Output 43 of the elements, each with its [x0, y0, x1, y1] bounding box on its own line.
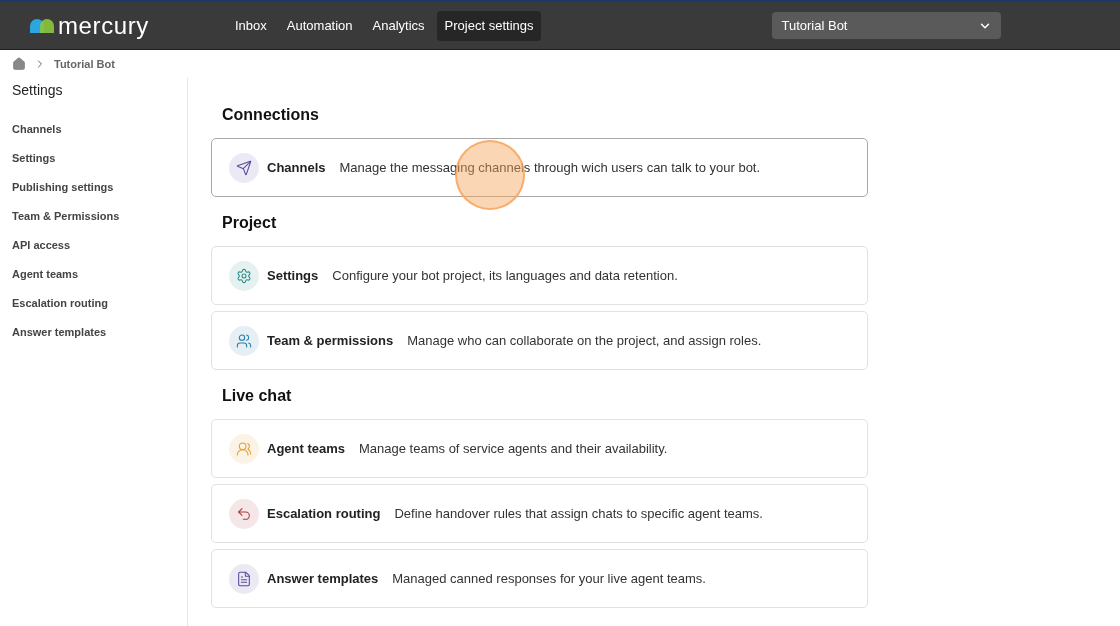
card-title: Escalation routing	[267, 504, 381, 523]
settings-card[interactable]: Answer templates Managed canned responses for your live agent teams.	[211, 549, 868, 608]
card-description: Manage teams of service agents and their availability.	[359, 439, 668, 458]
logo-icon	[30, 18, 54, 33]
card-title: Agent teams	[267, 439, 346, 458]
settings-card[interactable]: Team & permissions Manage who can collaborate on the project, and assign roles.	[211, 311, 868, 370]
card-description: Managed canned responses for your live agent teams.	[392, 569, 706, 588]
card-description: Define handover rules that assign chats to specific agent teams.	[394, 504, 763, 523]
home-icon[interactable]	[12, 57, 26, 71]
people-icon	[236, 332, 252, 349]
sidebar-link[interactable]: Publishing settings	[12, 179, 187, 196]
sidebar-title: Settings	[12, 81, 64, 100]
card-title: Channels	[267, 158, 326, 177]
nav-tab[interactable]: Analytics	[364, 10, 433, 41]
sidebar-link[interactable]: Team & Permissions	[12, 208, 187, 225]
nav-tab[interactable]: Automation	[278, 10, 361, 41]
card-description: Configure your bot project, its languages and data retention.	[332, 266, 678, 285]
settings-icon	[236, 267, 252, 284]
section-heading: Live chat	[222, 386, 293, 406]
card-title: Settings	[267, 266, 319, 285]
sidebar-link[interactable]: API access	[12, 237, 187, 254]
sidebar-link[interactable]: Escalation routing	[12, 295, 187, 312]
settings-card[interactable]: Settings Configure your bot project, its languages and data retention.	[211, 246, 868, 305]
settings-card[interactable]: Escalation routing Define handover rules that assign chats to specific agent teams.	[211, 484, 868, 543]
sidebar-link[interactable]: Settings	[12, 150, 187, 167]
curved-arrow-icon	[236, 505, 252, 522]
people-group-icon	[236, 440, 252, 457]
section-heading: Project	[222, 213, 278, 233]
card-title: Answer templates	[267, 569, 379, 588]
section-heading: Connections	[222, 105, 320, 125]
sidebar-link[interactable]: Channels	[12, 121, 187, 138]
nav-tab[interactable]: Project settings	[436, 10, 542, 41]
card-title: Team & permissions	[267, 331, 394, 350]
logo-text: mercury	[58, 13, 149, 38]
sidebar-link[interactable]: Answer templates	[12, 324, 187, 341]
breadcrumb-link[interactable]: Tutorial Bot	[54, 55, 115, 73]
send-icon	[236, 159, 252, 176]
nav-tab[interactable]: Inbox	[227, 10, 275, 41]
document-icon	[236, 570, 252, 587]
project-select[interactable]: Tutorial Bot	[772, 12, 1002, 39]
card-description: Manage who can collaborate on the project, and assign roles.	[407, 331, 762, 350]
sidebar-link[interactable]: Agent teams	[12, 266, 187, 283]
settings-card[interactable]: Agent teams Manage teams of service agents and their availability.	[211, 419, 868, 478]
